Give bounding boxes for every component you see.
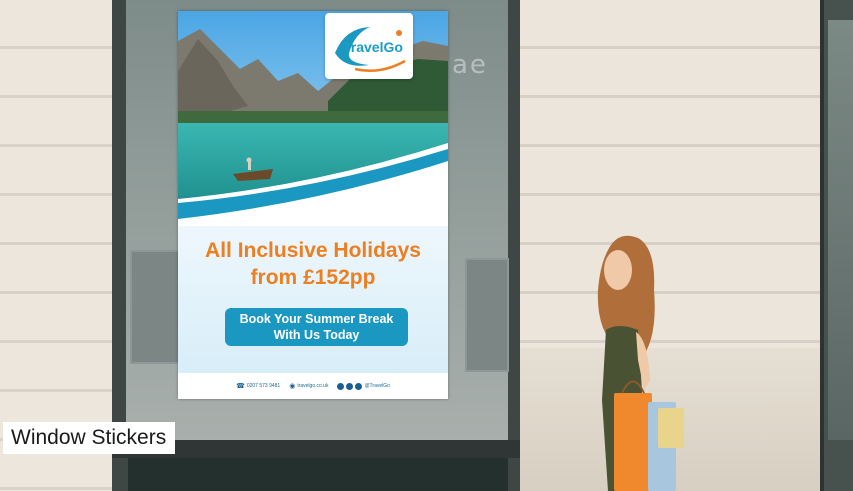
instagram-icon [346,382,354,390]
phone-number: 0207 573 9481 [246,383,281,389]
poster-headline: All Inclusive Holidays from £152pp [178,237,448,291]
social-icons [337,382,363,390]
window-sticker-poster: TravelGo All Inclusive Holidays from £15… [178,11,448,399]
glass-reflection-text: ae [452,50,488,80]
window-base [128,458,508,491]
social-contact: @TravelGo [337,382,390,390]
phone-contact: ☎ 0207 573 9481 [236,382,280,390]
phone-icon: ☎ [236,383,245,390]
stone-wall-left [0,0,112,491]
headline-line-1: All Inclusive Holidays [205,239,421,262]
neighbor-window-glass [828,20,853,440]
cta-line-2: With Us Today [273,328,360,342]
street-scene: ae TravelGo All Inclusive Holidays from … [0,0,853,491]
glass-reflection-left [130,250,182,364]
poster-contact-footer: ☎ 0207 573 9481 ◉ travelgo.co.uk @Travel… [178,373,448,399]
travelgo-logo: TravelGo [325,13,413,79]
website-contact: ◉ travelgo.co.uk [289,382,328,390]
logo-text: TravelGo [343,39,403,55]
facebook-icon [337,382,345,390]
book-summer-break-banner: Book Your Summer Break With Us Today [225,308,408,346]
website-url: travelgo.co.uk [297,383,329,389]
twitter-icon [355,382,363,390]
caption-label: Window Stickers [3,422,176,454]
social-handle: @TravelGo [364,383,390,389]
headline-line-2: from £152pp [250,266,376,289]
cta-line-1: Book Your Summer Break [239,312,394,326]
woman-with-shopping-bags [597,235,684,491]
glass-reflection-right [465,258,509,372]
globe-icon: ◉ [289,383,296,390]
